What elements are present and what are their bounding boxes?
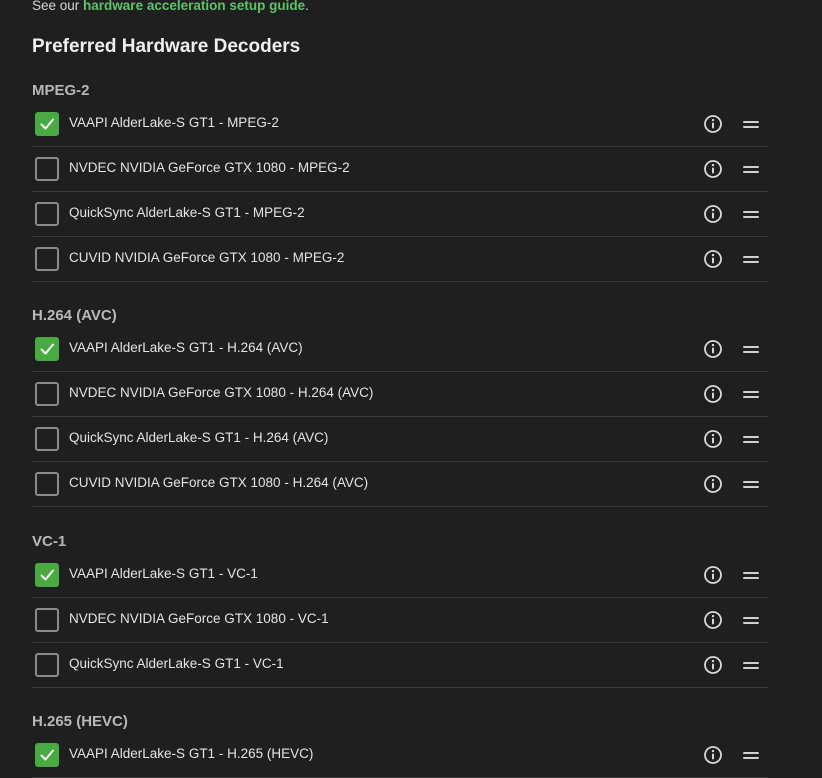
drag-handle-icon[interactable] (743, 614, 759, 626)
decoder-checkbox[interactable] (35, 563, 59, 587)
drag-handle-icon[interactable] (743, 118, 759, 130)
codec-heading: H.264 (AVC) (32, 307, 117, 324)
decoder-label: VAAPI AlderLake-S GT1 - MPEG-2 (69, 115, 279, 130)
codec-heading: MPEG-2 (32, 82, 90, 99)
drag-handle-icon[interactable] (743, 163, 759, 175)
drag-handle-icon[interactable] (743, 659, 759, 671)
decoder-checkbox[interactable] (35, 202, 59, 226)
info-circle-icon[interactable] (703, 384, 723, 404)
decoder-label: QuickSync AlderLake-S GT1 - MPEG-2 (69, 205, 305, 220)
section-title: Preferred Hardware Decoders (32, 36, 301, 57)
decoder-label: NVDEC NVIDIA GeForce GTX 1080 - MPEG-2 (69, 160, 350, 175)
drag-handle-icon[interactable] (743, 343, 759, 355)
decoder-label: CUVID NVIDIA GeForce GTX 1080 - H.264 (A… (69, 475, 369, 490)
decoder-checkbox[interactable] (35, 427, 59, 451)
decoder-label: QuickSync AlderLake-S GT1 - H.264 (AVC) (69, 430, 329, 445)
info-circle-icon[interactable] (703, 339, 723, 359)
decoder-row: QuickSync AlderLake-S GT1 - H.264 (AVC) (32, 417, 768, 462)
info-circle-icon[interactable] (703, 565, 723, 585)
intro-prefix: See our (32, 0, 84, 13)
decoder-checkbox[interactable] (35, 157, 59, 181)
info-circle-icon[interactable] (703, 249, 723, 269)
intro-suffix: . (305, 0, 309, 13)
decoder-checkbox[interactable] (35, 472, 59, 496)
drag-handle-icon[interactable] (743, 749, 759, 761)
info-circle-icon[interactable] (703, 429, 723, 449)
decoder-row: CUVID NVIDIA GeForce GTX 1080 - MPEG-2 (32, 237, 768, 282)
decoder-row: QuickSync AlderLake-S GT1 - VC-1 (32, 643, 768, 688)
decoder-row: CUVID NVIDIA GeForce GTX 1080 - H.264 (A… (32, 462, 768, 507)
checkmark-icon (40, 569, 54, 581)
drag-handle-icon[interactable] (743, 569, 759, 581)
decoder-checkbox[interactable] (35, 743, 59, 767)
decoder-checkbox[interactable] (35, 382, 59, 406)
checkmark-icon (40, 749, 54, 761)
decoder-checkbox[interactable] (35, 247, 59, 271)
decoder-checkbox[interactable] (35, 608, 59, 632)
info-circle-icon[interactable] (703, 610, 723, 630)
decoder-row: VAAPI AlderLake-S GT1 - H.265 (HEVC) (32, 733, 768, 778)
info-circle-icon[interactable] (703, 655, 723, 675)
info-circle-icon[interactable] (703, 474, 723, 494)
drag-handle-icon[interactable] (743, 388, 759, 400)
decoder-row: NVDEC NVIDIA GeForce GTX 1080 - VC-1 (32, 598, 768, 643)
info-circle-icon[interactable] (703, 114, 723, 134)
decoder-checkbox[interactable] (35, 112, 59, 136)
codec-heading: VC-1 (32, 533, 67, 550)
decoder-checkbox[interactable] (35, 337, 59, 361)
decoder-row: VAAPI AlderLake-S GT1 - H.264 (AVC) (32, 327, 768, 372)
decoder-label: CUVID NVIDIA GeForce GTX 1080 - MPEG-2 (69, 250, 345, 265)
decoder-row: NVDEC NVIDIA GeForce GTX 1080 - MPEG-2 (32, 147, 768, 192)
info-circle-icon[interactable] (703, 204, 723, 224)
decoder-label: QuickSync AlderLake-S GT1 - VC-1 (69, 656, 284, 671)
drag-handle-icon[interactable] (743, 433, 759, 445)
info-circle-icon[interactable] (703, 745, 723, 765)
checkmark-icon (40, 343, 54, 355)
decoder-row: VAAPI AlderLake-S GT1 - VC-1 (32, 553, 768, 598)
decoder-label: VAAPI AlderLake-S GT1 - VC-1 (69, 566, 258, 581)
drag-handle-icon[interactable] (743, 478, 759, 490)
decoder-row: NVDEC NVIDIA GeForce GTX 1080 - H.264 (A… (32, 372, 768, 417)
decoder-label: VAAPI AlderLake-S GT1 - H.264 (AVC) (69, 340, 303, 355)
info-circle-icon[interactable] (703, 159, 723, 179)
codec-heading: H.265 (HEVC) (32, 713, 128, 730)
setup-guide-text: See our hardware acceleration setup guid… (32, 0, 309, 13)
drag-handle-icon[interactable] (743, 253, 759, 265)
decoder-label: NVDEC NVIDIA GeForce GTX 1080 - H.264 (A… (69, 385, 374, 400)
decoder-checkbox[interactable] (35, 653, 59, 677)
checkmark-icon (40, 118, 54, 130)
decoder-row: VAAPI AlderLake-S GT1 - MPEG-2 (32, 102, 768, 147)
decoder-label: NVDEC NVIDIA GeForce GTX 1080 - VC-1 (69, 611, 329, 626)
setup-guide-link[interactable]: hardware acceleration setup guide (83, 0, 305, 13)
drag-handle-icon[interactable] (743, 208, 759, 220)
decoder-row: QuickSync AlderLake-S GT1 - MPEG-2 (32, 192, 768, 237)
